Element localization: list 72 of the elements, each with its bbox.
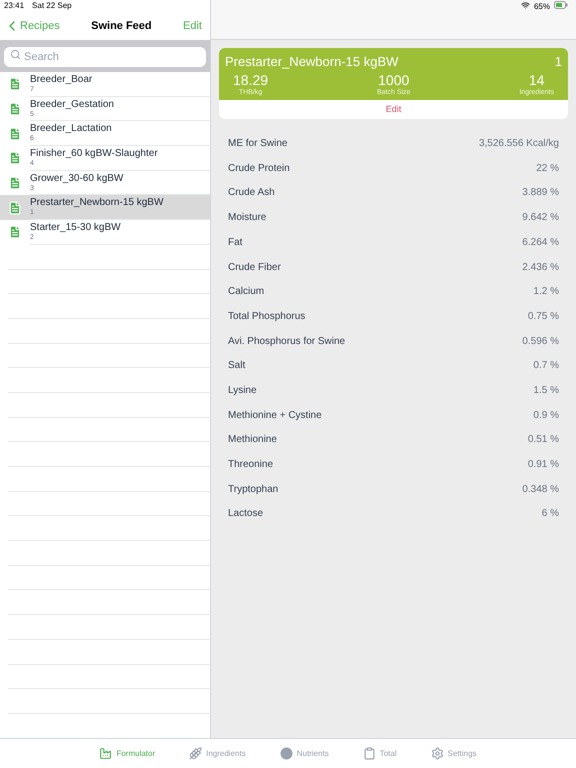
battery-level: 65%: [534, 1, 550, 13]
battery-icon: [554, 1, 568, 9]
circle-icon: [280, 747, 293, 760]
nutrient-value: 2.436 %: [522, 260, 559, 275]
nutrient-name: ME for Swine: [228, 137, 288, 152]
stat-value: 1000: [378, 72, 410, 88]
nutrient-name: Avi. Phosphorus for Swine: [228, 334, 346, 349]
nutrient-name: Total Phosphorus: [228, 310, 306, 324]
recipe-name: Breeder_Gestation: [30, 100, 115, 110]
nutrient-value: 6 %: [542, 507, 559, 522]
nutrient-name: Lysine: [228, 384, 257, 398]
nutrient-value: 0.9 %: [533, 408, 559, 423]
document-icon: [8, 151, 22, 166]
nutrient-name: Salt: [228, 359, 246, 374]
wifi-icon: [520, 1, 530, 10]
search-field[interactable]: Search: [4, 47, 206, 67]
nutrient-value: 9.642 %: [522, 211, 559, 226]
nutrient-name: Calcium: [228, 285, 264, 300]
nutrient-value: 1.5 %: [533, 384, 559, 398]
edit-button[interactable]: Edit: [183, 18, 206, 34]
nutrient-name: Fat: [228, 236, 242, 250]
nutrient-value: 0.51 %: [528, 433, 559, 448]
nutrient-name: Tryptophan: [228, 482, 278, 497]
nutrient-value: 0.348 %: [522, 482, 559, 497]
nutrient-name: Threonine: [228, 458, 274, 472]
back-button[interactable]: Recipes: [4, 18, 60, 34]
document-icon: [8, 126, 22, 141]
tab[interactable]: Formulator: [99, 747, 156, 760]
nutrient-value: 0.91 %: [528, 458, 559, 472]
factory-icon: [99, 747, 112, 760]
nutrient-value: 0.75 %: [528, 310, 559, 324]
nutrient-value: 0.7 %: [533, 359, 559, 374]
nutrient-value: 22 %: [536, 162, 559, 176]
recipe-name: Grower_30-60 kgBW: [30, 174, 124, 184]
recipe-name: Prestarter_Newborn-15 kgBW: [30, 198, 164, 208]
recipe-name: Breeder_Boar: [30, 74, 94, 85]
nutrient-value: 3,526.556 Kcal/kg: [478, 137, 559, 152]
stat-value: 18.29: [233, 72, 268, 88]
document-icon: [8, 176, 22, 190]
document-icon: [8, 225, 22, 240]
gear-icon: [430, 747, 444, 760]
grain-icon: [189, 747, 202, 760]
nav-title: Swine Feed: [91, 18, 152, 34]
document-icon: [8, 102, 22, 116]
tab[interactable]: Total: [362, 747, 397, 760]
document-icon: [8, 77, 22, 92]
recipe-name: Breeder_Lactation: [30, 124, 113, 134]
nutrient-name: Methionine: [228, 433, 277, 448]
nutrient-name: Lactose: [228, 507, 264, 522]
status-date: Sat 22 Sep: [32, 0, 72, 12]
nutrient-name: Moisture: [228, 211, 266, 226]
nutrient-value: 3.889 %: [522, 186, 559, 200]
stat-value: 14: [528, 72, 544, 88]
nutrient-value: 1.2 %: [533, 285, 559, 300]
tab[interactable]: Settings: [430, 747, 477, 760]
search-icon: [10, 48, 21, 60]
tab[interactable]: Nutrients: [280, 747, 329, 760]
document-icon: [8, 200, 22, 215]
nutrient-name: Methionine + Cystine: [228, 408, 322, 423]
card-title: Prestarter_Newborn-15 kgBW: [225, 53, 398, 71]
nutrient-name: Crude Fiber: [228, 260, 281, 275]
card-edit-button[interactable]: Edit: [386, 102, 402, 116]
card-number: 1: [554, 53, 562, 71]
nutrient-value: 0.596 %: [522, 334, 559, 349]
nutrient-name: Crude Ash: [228, 186, 275, 200]
status-time: 23:41: [4, 0, 24, 12]
clipboard-icon: [362, 747, 376, 760]
nutrient-name: Crude Protein: [228, 162, 290, 176]
tab[interactable]: Ingredients: [189, 747, 246, 760]
recipe-name: Starter_15-30 kgBW: [30, 222, 122, 233]
nutrient-value: 6.264 %: [522, 236, 559, 250]
recipe-name: Finisher_60 kgBW-Slaughter: [30, 148, 159, 159]
